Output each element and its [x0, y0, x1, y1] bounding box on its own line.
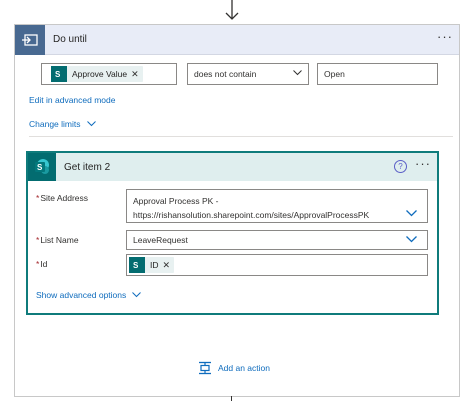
chevron-down-icon: [293, 70, 302, 76]
site-address-dropdown[interactable]: Approval Process PK - https://rishansolu…: [126, 189, 428, 223]
condition-left-input[interactable]: S Approve Value ✕: [41, 63, 177, 85]
token-label: Approve Value: [72, 69, 128, 79]
do-until-card: Do until ··· S Approve Value ✕ does not …: [14, 24, 460, 397]
ellipsis-icon[interactable]: ···: [415, 157, 431, 170]
ellipsis-icon[interactable]: ···: [437, 30, 453, 43]
list-name-label: *List Name: [36, 235, 79, 245]
edit-advanced-mode-link[interactable]: Edit in advanced mode: [29, 95, 115, 105]
token-label: ID: [150, 260, 159, 270]
condition-operator-select[interactable]: does not contain: [187, 63, 309, 85]
sharepoint-icon: S: [51, 66, 67, 82]
list-name-dropdown[interactable]: LeaveRequest: [126, 230, 428, 250]
divider: [29, 136, 453, 137]
show-advanced-options-link[interactable]: Show advanced options: [36, 290, 142, 300]
sharepoint-icon: S: [129, 257, 145, 273]
condition-value-input[interactable]: Open: [317, 63, 438, 85]
add-action-button[interactable]: Add an action: [198, 361, 270, 375]
id-input[interactable]: S ID ✕: [126, 254, 428, 276]
loop-icon: [15, 25, 45, 55]
get-item-header[interactable]: S Get item 2 ? ···: [28, 153, 437, 181]
help-icon[interactable]: ?: [394, 160, 407, 173]
add-action-icon: [199, 361, 211, 375]
approve-value-token[interactable]: S Approve Value ✕: [51, 66, 143, 82]
change-limits-link[interactable]: Change limits: [29, 119, 96, 129]
chevron-down-icon: [406, 210, 417, 217]
svg-text:S: S: [133, 261, 139, 270]
connector-line: [231, 396, 232, 401]
remove-token-icon[interactable]: ✕: [131, 69, 143, 80]
id-token[interactable]: S ID ✕: [129, 257, 175, 273]
get-item-card: S Get item 2 ? ··· *Site Address Approva…: [26, 151, 439, 315]
do-until-title: Do until: [53, 34, 87, 45]
list-name-value: LeaveRequest: [133, 235, 188, 245]
sharepoint-icon: S: [28, 153, 56, 181]
site-address-label: *Site Address: [36, 193, 89, 203]
chevron-down-icon: [86, 121, 96, 127]
get-item-title: Get item 2: [64, 162, 111, 173]
chevron-down-icon: [132, 292, 142, 298]
id-label: *Id: [36, 259, 48, 269]
site-address-line1: Approval Process PK -: [133, 196, 219, 206]
show-advanced-label: Show advanced options: [36, 290, 127, 300]
remove-token-icon[interactable]: ✕: [163, 260, 175, 271]
change-limits-label: Change limits: [29, 119, 81, 129]
svg-text:S: S: [55, 70, 61, 79]
down-arrow-icon: [225, 0, 239, 20]
svg-text:S: S: [37, 163, 43, 172]
add-action-label: Add an action: [218, 363, 270, 373]
chevron-down-icon: [406, 236, 417, 243]
condition-value-text: Open: [324, 69, 345, 79]
do-until-header[interactable]: Do until ···: [15, 25, 459, 55]
site-address-line2: https://rishansolution.sharepoint.com/si…: [133, 210, 370, 220]
operator-value: does not contain: [194, 69, 257, 79]
